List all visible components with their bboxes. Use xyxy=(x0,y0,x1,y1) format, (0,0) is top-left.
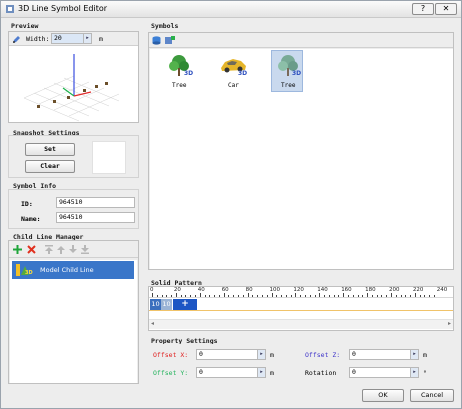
pattern-cell[interactable]: 10 xyxy=(150,299,161,310)
move-bottom-icon[interactable] xyxy=(81,245,89,254)
clear-button[interactable]: Clear xyxy=(25,160,75,173)
symbol-badge: 3D xyxy=(292,70,302,77)
offset-z-unit: m xyxy=(423,351,427,359)
preview-panel: Width: 20 ▸ m xyxy=(8,31,139,123)
snapshot-group: Set Clear xyxy=(8,135,139,178)
offset-y-unit: m xyxy=(270,369,274,377)
offset-z-label: Offset Z: xyxy=(305,351,341,359)
name-label: Name: xyxy=(21,215,41,223)
symbol-tree-2[interactable]: 3D Tree xyxy=(271,50,303,92)
scroll-left-icon[interactable]: ◂ xyxy=(151,320,154,327)
add-icon[interactable] xyxy=(13,245,22,254)
offset-x-unit: m xyxy=(270,351,274,359)
add-symbol-icon[interactable] xyxy=(165,36,175,45)
pattern-scrollbar[interactable]: ◂ ▸ xyxy=(149,319,453,329)
app-icon xyxy=(6,5,14,13)
width-spin-icon[interactable]: ▸ xyxy=(84,33,92,44)
window-title: 3D Line Symbol Editor xyxy=(18,4,108,13)
name-input[interactable]: 964510 xyxy=(56,212,135,223)
offset-y-label: Offset Y: xyxy=(153,369,189,377)
help-button[interactable]: ? xyxy=(412,3,434,15)
width-label: Width: xyxy=(26,35,50,43)
add-segment-button[interactable]: + xyxy=(173,299,197,310)
symbol-editor-window: 3D Line Symbol Editor ? ✕ Preview Width:… xyxy=(0,0,462,409)
library-icon[interactable] xyxy=(152,36,161,45)
id-input[interactable]: 964510 xyxy=(56,197,135,208)
offset-x-label: Offset X: xyxy=(153,351,189,359)
offset-x-spin-icon[interactable]: ▸ xyxy=(258,349,266,360)
symbol-badge: 3D xyxy=(184,70,194,77)
child-line-list: 3D Model Child Line xyxy=(10,260,137,383)
delete-icon[interactable] xyxy=(27,245,36,254)
rotation-label: Rotation xyxy=(305,369,337,377)
width-unit: m xyxy=(99,35,103,43)
ruler-tick-label: 240 xyxy=(436,287,448,293)
scroll-right-icon[interactable]: ▸ xyxy=(448,320,451,327)
property-group: Offset X: 0 ▸ m Offset Z: 0 ▸ m Offset Y… xyxy=(148,344,454,381)
preview-3d-view xyxy=(23,54,120,122)
symbol-car[interactable]: 3D Car xyxy=(218,54,248,92)
child-line-group: 3D Model Child Line xyxy=(8,240,139,384)
symbol-tree-1[interactable]: 3D Tree xyxy=(164,54,194,92)
symbol-label: Tree xyxy=(172,82,187,89)
rotation-unit: ° xyxy=(423,369,427,377)
ok-button[interactable]: OK xyxy=(362,389,404,402)
offset-y-spin-icon[interactable]: ▸ xyxy=(258,367,266,378)
pattern-cell[interactable]: 10 xyxy=(161,299,172,310)
offset-y-input[interactable]: 0 xyxy=(196,367,258,378)
list-item-label: Model Child Line xyxy=(40,266,94,274)
width-input[interactable]: 20 xyxy=(51,33,84,44)
cancel-button[interactable]: Cancel xyxy=(410,389,454,402)
move-down-icon[interactable] xyxy=(69,245,77,254)
snapshot-thumbnail xyxy=(92,141,126,174)
child-line-toolbar xyxy=(9,241,138,258)
symbols-group: 3D Tree 3D Car 3D Tree xyxy=(148,32,454,270)
offset-z-input[interactable]: 0 xyxy=(349,349,411,360)
icon-badge: 3D xyxy=(25,270,33,276)
symbols-label: Symbols xyxy=(151,22,179,30)
symbols-grid: 3D Tree 3D Car 3D Tree xyxy=(150,49,453,269)
offset-z-spin-icon[interactable]: ▸ xyxy=(411,349,419,360)
symbol-info-group: ID: 964510 Name: 964510 xyxy=(8,189,139,229)
symbols-toolbar xyxy=(149,33,453,48)
close-button[interactable]: ✕ xyxy=(435,3,457,15)
id-label: ID: xyxy=(21,200,33,208)
preview-toolbar: Width: 20 ▸ m xyxy=(9,32,138,46)
preview-label: Preview xyxy=(11,22,39,30)
symbol-label: Car xyxy=(228,82,239,89)
move-up-icon[interactable] xyxy=(57,245,65,254)
symbol-label: Tree xyxy=(281,82,296,89)
solid-pattern-group: 0 20 40 60 80 100 120 140 160 180 200 220 240 10 10 … xyxy=(148,286,454,331)
move-top-icon[interactable] xyxy=(45,245,53,254)
set-button[interactable]: Set xyxy=(25,143,75,156)
pattern-track: 10 10 + xyxy=(149,297,453,311)
list-item[interactable]: 3D Model Child Line xyxy=(12,261,134,279)
rotation-spin-icon[interactable]: ▸ xyxy=(411,367,419,378)
offset-x-input[interactable]: 0 xyxy=(196,349,258,360)
title-bar: 3D Line Symbol Editor ? ✕ xyxy=(1,1,461,18)
edit-pen-icon[interactable] xyxy=(12,35,21,44)
symbol-badge: 3D xyxy=(238,70,248,77)
rotation-input[interactable]: 0 xyxy=(349,367,411,378)
pattern-ruler: 0 20 40 60 80 100 120 140 160 180 200 220 240 xyxy=(149,287,453,297)
